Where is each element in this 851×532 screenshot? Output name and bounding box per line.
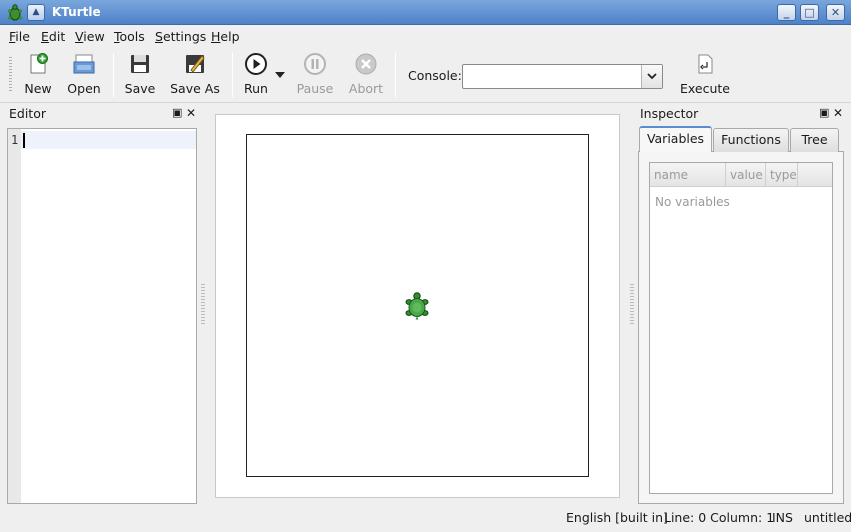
tab-functions[interactable]: Functions	[713, 128, 789, 152]
inspector-dock-title: Inspector	[640, 106, 699, 121]
menu-edit[interactable]: Edit	[41, 29, 65, 44]
toolbar-separator	[113, 53, 114, 97]
console-combobox[interactable]	[462, 64, 663, 89]
console-dropdown-button[interactable]	[641, 65, 662, 88]
window-menu-button[interactable]: ▲	[27, 4, 45, 21]
menu-settings[interactable]: Settings	[155, 29, 206, 44]
column-header-type[interactable]: type	[766, 163, 798, 187]
abort-label: Abort	[348, 81, 384, 96]
code-editor[interactable]: 1	[7, 128, 197, 504]
left-splitter-handle[interactable]	[201, 284, 205, 324]
open-button[interactable]: Open	[66, 52, 102, 100]
menubar: File Edit View Tools Settings Help	[0, 25, 851, 47]
variables-table[interactable]: name value type No variables	[649, 162, 833, 494]
window-titlebar: ▲ KTurtle _ □ ✕	[0, 0, 851, 25]
window-title: KTurtle	[52, 5, 101, 19]
menu-tools[interactable]: Tools	[114, 29, 145, 44]
execute-button[interactable]: Execute	[680, 52, 730, 100]
menu-file[interactable]: File	[9, 29, 30, 44]
new-button[interactable]: New	[20, 52, 56, 100]
editor-close-icon[interactable]: ✕	[186, 106, 196, 120]
menu-help[interactable]: Help	[211, 29, 240, 44]
new-file-icon	[30, 53, 48, 74]
play-icon	[245, 53, 267, 75]
variables-tab-panel: name value type No variables	[638, 151, 844, 504]
toolbar-separator	[395, 53, 396, 97]
close-button[interactable]: ✕	[826, 4, 845, 21]
status-insert-mode: INS	[772, 510, 793, 525]
execute-label: Execute	[680, 81, 730, 96]
console-label: Console:	[408, 68, 462, 83]
kturtle-app-icon	[7, 4, 23, 21]
toolbar-separator	[232, 53, 233, 97]
status-language: English [built in]	[566, 510, 668, 525]
line-number-gutter	[8, 129, 21, 503]
inspector-close-icon[interactable]: ✕	[833, 106, 843, 120]
save-button[interactable]: Save	[122, 52, 158, 100]
maximize-button[interactable]: □	[800, 4, 819, 21]
column-header-name[interactable]: name	[650, 163, 726, 187]
empty-variables-message: No variables	[655, 195, 730, 209]
abort-button[interactable]: Abort	[348, 52, 384, 100]
right-splitter-handle[interactable]	[630, 284, 634, 324]
editor-dock-title: Editor	[9, 106, 46, 121]
pause-label: Pause	[296, 81, 334, 96]
status-filename: untitled	[804, 510, 851, 525]
save-label: Save	[124, 81, 156, 96]
inspector-panel: name value type No variables Variables F…	[638, 126, 844, 504]
pause-icon	[304, 53, 326, 75]
editor-float-icon[interactable]: ▣	[172, 106, 182, 120]
floppy-disk-icon	[131, 55, 149, 73]
chevron-down-icon	[647, 73, 657, 80]
tab-tree[interactable]: Tree	[790, 128, 839, 152]
save-as-label: Save As	[170, 81, 220, 96]
pause-button[interactable]: Pause	[296, 52, 334, 100]
column-header-filler	[798, 163, 832, 187]
new-label: New	[24, 81, 52, 96]
menu-view[interactable]: View	[75, 29, 105, 44]
open-label: Open	[67, 81, 101, 96]
save-as-button[interactable]: Save As	[170, 52, 220, 100]
run-dropdown-arrow-icon[interactable]	[275, 71, 285, 79]
column-header-value[interactable]: value	[726, 163, 766, 187]
abort-icon	[355, 53, 377, 75]
run-label: Run	[244, 81, 268, 96]
turtle-icon	[405, 292, 429, 320]
minimize-button[interactable]: _	[777, 4, 796, 21]
text-caret	[23, 133, 25, 148]
current-line-highlight	[21, 131, 196, 149]
execute-icon	[698, 54, 713, 74]
status-cursor-position: Line: 0 Column: 1	[664, 510, 775, 525]
console-input[interactable]	[466, 67, 638, 86]
open-folder-icon	[73, 54, 95, 74]
run-button[interactable]: Run	[240, 52, 272, 100]
line-number: 1	[11, 133, 19, 147]
save-as-icon	[186, 55, 205, 73]
toolbar-grip[interactable]	[9, 57, 12, 93]
inspector-float-icon[interactable]: ▣	[819, 106, 829, 120]
tab-variables[interactable]: Variables	[639, 126, 712, 152]
